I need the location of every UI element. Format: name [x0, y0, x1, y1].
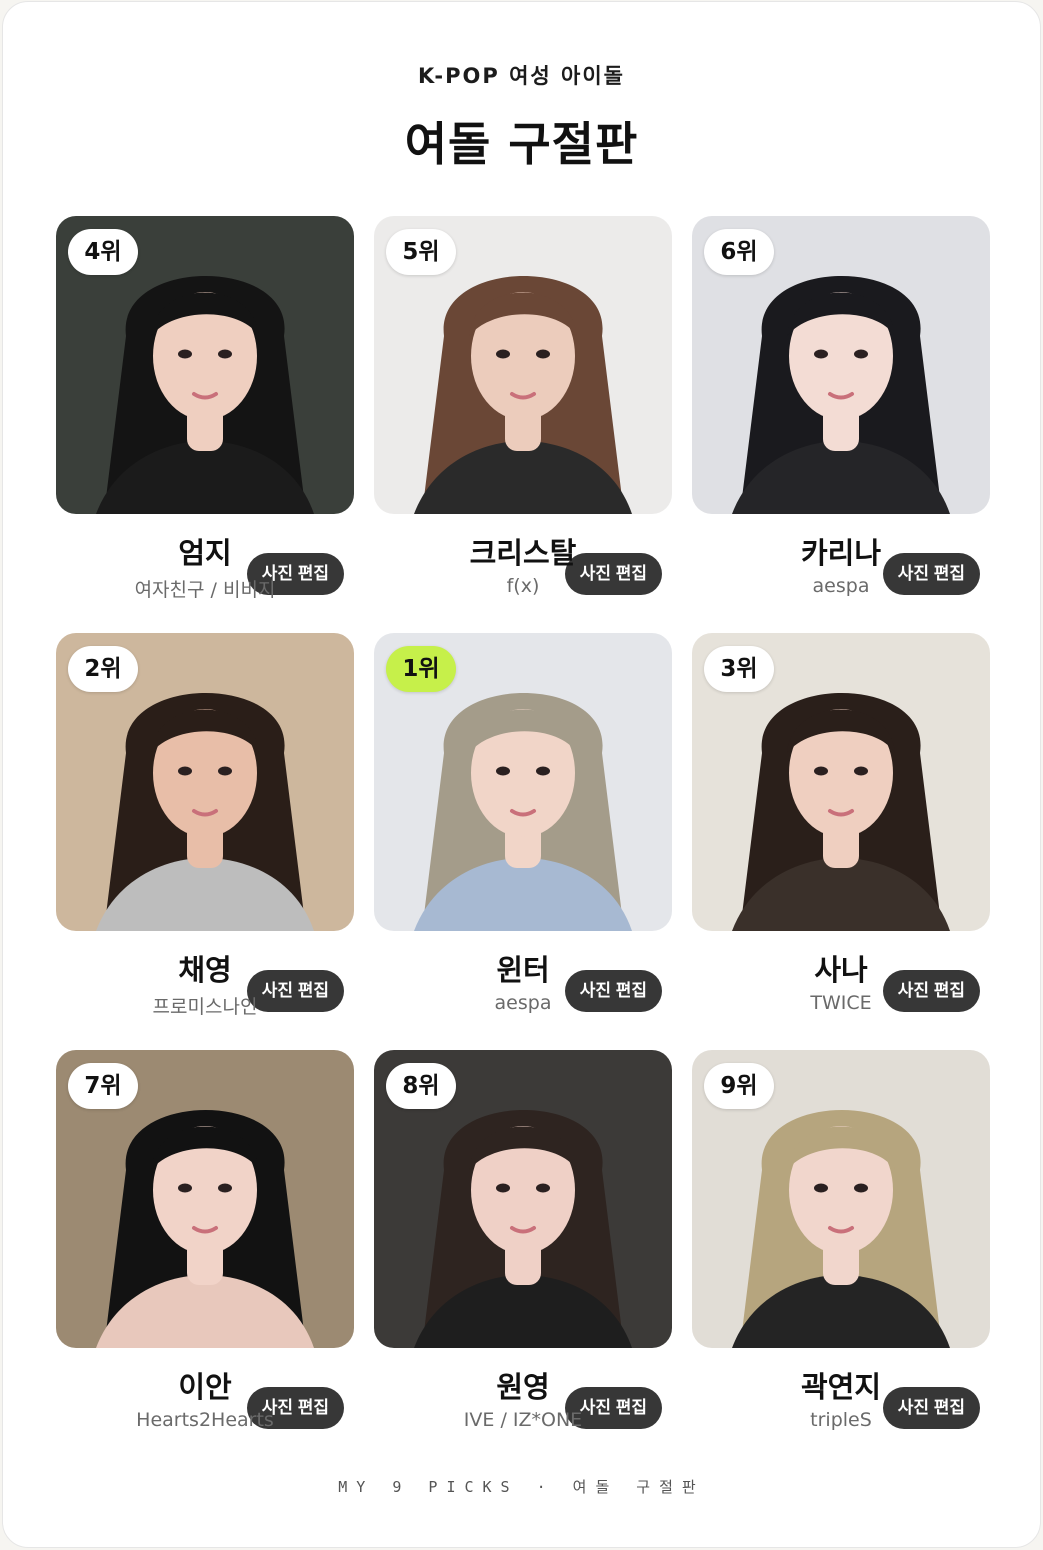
rank-badge: 3위: [704, 646, 774, 692]
idol-tile: 3위 사진 편집 사나 TWICE: [692, 633, 990, 1024]
idol-tile: 4위 사진 편집 엄지 여자친구 / 비비지: [56, 216, 354, 607]
idol-name: 엄지: [178, 536, 232, 570]
idol-name: 곽연지: [800, 1370, 882, 1404]
idol-group: 여자친구 / 비비지: [134, 579, 276, 601]
page-title: 여돌 구절판: [404, 117, 639, 171]
rank-badge: 1위: [386, 646, 456, 692]
rank-badge: 4위: [68, 229, 138, 275]
idol-tile: 2위 사진 편집 채영 프로미스나인: [56, 633, 354, 1024]
idol-name: 사나: [814, 953, 868, 987]
idol-tile: 7위 사진 편집 이안 Hearts2Hearts: [56, 1050, 354, 1441]
idol-group: aespa: [494, 992, 552, 1014]
idol-name: 카리나: [800, 536, 882, 570]
idol-name: 원영: [496, 1370, 550, 1404]
idol-group: TWICE: [810, 992, 872, 1014]
rank-badge: 2위: [68, 646, 138, 692]
footer-caption: MY 9 PICKS · 여돌 구절판: [338, 1478, 705, 1496]
idol-name: 크리스탈: [469, 536, 577, 570]
idol-grid: 4위 사진 편집 엄지 여자친구 / 비비지 5위 사진 편집 크리스탈 f(x…: [56, 216, 991, 1441]
page-eyebrow: K-POP 여성 아이돌: [417, 64, 626, 88]
idol-group: f(x): [506, 575, 540, 597]
idol-tile: 9위 사진 편집 곽연지 tripleS: [692, 1050, 990, 1441]
idol-group: IVE / IZ*ONE: [463, 1409, 583, 1431]
idol-group: tripleS: [810, 1409, 872, 1431]
idol-tile: 6위 사진 편집 카리나 aespa: [692, 216, 990, 607]
idol-group: 프로미스나인: [152, 996, 258, 1018]
rank-badge: 9위: [704, 1063, 774, 1109]
idol-name: 이안: [178, 1370, 232, 1404]
rank-badge: 8위: [386, 1063, 456, 1109]
page-card: K-POP 여성 아이돌 여돌 구절판 4위 사진 편집 엄지 여자친구 / 비…: [2, 1, 1041, 1548]
rank-badge: 6위: [704, 229, 774, 275]
idol-name: 윈터: [496, 953, 550, 987]
idol-group: aespa: [812, 575, 870, 597]
idol-group: Hearts2Hearts: [136, 1409, 274, 1431]
rank-badge: 7위: [68, 1063, 138, 1109]
idol-tile: 8위 사진 편집 원영 IVE / IZ*ONE: [374, 1050, 672, 1441]
rank-badge: 5위: [386, 229, 456, 275]
idol-tile: 1위 사진 편집 윈터 aespa: [374, 633, 672, 1024]
idol-tile: 5위 사진 편집 크리스탈 f(x): [374, 216, 672, 607]
idol-name: 채영: [178, 953, 232, 987]
